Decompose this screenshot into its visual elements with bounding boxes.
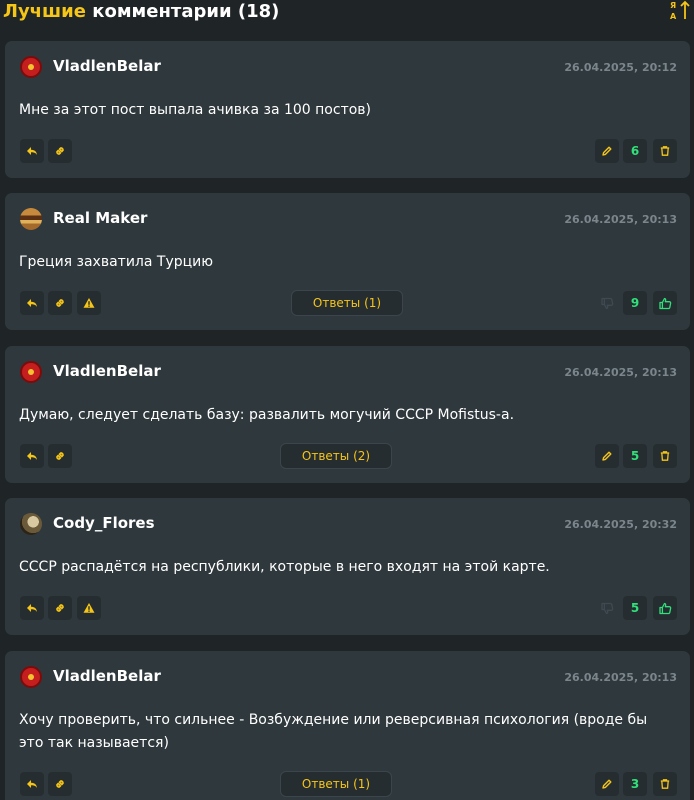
- comments-title: Лучшие комментарии (18): [3, 1, 279, 22]
- avatar[interactable]: [20, 513, 42, 535]
- avatar[interactable]: [20, 56, 42, 78]
- trash-icon: [659, 778, 671, 790]
- comment-card: VladlenBelar 26.04.2025, 20:13 Думаю, сл…: [5, 346, 690, 483]
- comments-page: Лучшие комментарии (18) Я А VladlenBelar…: [0, 0, 694, 800]
- reply-icon: [26, 778, 38, 790]
- like-button[interactable]: [653, 596, 677, 620]
- like-button[interactable]: [653, 291, 677, 315]
- comment-author[interactable]: Real Maker: [53, 209, 147, 227]
- thumbs-up-icon: [658, 602, 672, 615]
- reply-button[interactable]: [20, 772, 44, 796]
- title-accent: Лучшие: [3, 1, 86, 22]
- comment-card: VladlenBelar 26.04.2025, 20:13 Хочу пров…: [5, 651, 690, 800]
- comment-author[interactable]: VladlenBelar: [53, 362, 161, 380]
- link-button[interactable]: [48, 444, 72, 468]
- report-button[interactable]: [77, 596, 101, 620]
- comment-card: Cody_Flores 26.04.2025, 20:32 СССР распа…: [5, 498, 690, 635]
- comment-text: Мне за этот пост выпала ачивка за 100 по…: [19, 102, 371, 118]
- comment-card: VladlenBelar 26.04.2025, 20:12 Мне за эт…: [5, 41, 690, 178]
- comment-text: Думаю, следует сделать базу: развалить м…: [19, 407, 515, 423]
- comment-author[interactable]: Cody_Flores: [53, 514, 155, 532]
- comment-text: Греция захватила Турцию: [19, 254, 214, 270]
- comments-header: Лучшие комментарии (18) Я А: [0, 0, 694, 26]
- avatar[interactable]: [20, 208, 42, 230]
- comment-author[interactable]: VladlenBelar: [53, 57, 161, 75]
- thumbs-down-icon: [600, 297, 614, 310]
- reply-icon: [26, 450, 38, 462]
- reply-button[interactable]: [20, 139, 44, 163]
- comment-date: 26.04.2025, 20:12: [564, 61, 677, 74]
- comment-date: 26.04.2025, 20:13: [564, 671, 677, 684]
- svg-text:Я: Я: [670, 1, 676, 10]
- link-icon: [54, 450, 66, 462]
- pencil-icon: [601, 145, 613, 157]
- thumbs-down-icon: [600, 602, 614, 615]
- pencil-icon: [601, 450, 613, 462]
- report-button[interactable]: [77, 291, 101, 315]
- link-button[interactable]: [48, 772, 72, 796]
- delete-button[interactable]: [653, 139, 677, 163]
- sort-alpha-icon: Я А: [669, 0, 691, 25]
- comment-score: 9: [623, 291, 647, 315]
- avatar[interactable]: [20, 361, 42, 383]
- reply-icon: [26, 297, 38, 309]
- reply-button[interactable]: [20, 291, 44, 315]
- comment-text: СССР распадётся на республики, которые в…: [19, 559, 550, 575]
- comment-score: 5: [623, 444, 647, 468]
- comment-score: 6: [623, 139, 647, 163]
- answers-button[interactable]: Ответы (2): [280, 443, 392, 469]
- warning-icon: [83, 297, 95, 309]
- delete-button[interactable]: [653, 772, 677, 796]
- answers-button[interactable]: Ответы (1): [291, 290, 403, 316]
- comment-score: 5: [623, 596, 647, 620]
- sort-button[interactable]: Я А: [668, 0, 692, 24]
- trash-icon: [659, 450, 671, 462]
- link-icon: [54, 602, 66, 614]
- delete-button[interactable]: [653, 444, 677, 468]
- edit-button[interactable]: [595, 139, 619, 163]
- link-icon: [54, 145, 66, 157]
- thumbs-up-icon: [658, 297, 672, 310]
- dislike-button[interactable]: [595, 291, 619, 315]
- svg-text:А: А: [670, 12, 677, 21]
- comment-author[interactable]: VladlenBelar: [53, 667, 161, 685]
- link-icon: [54, 778, 66, 790]
- dislike-button[interactable]: [595, 596, 619, 620]
- comment-score: 3: [623, 772, 647, 796]
- comment-card: Real Maker 26.04.2025, 20:13 Греция захв…: [5, 193, 690, 330]
- warning-icon: [83, 602, 95, 614]
- comment-text: Хочу проверить, что сильнее - Возбуждени…: [19, 712, 648, 751]
- title-rest: комментарии (18): [85, 1, 280, 22]
- link-button[interactable]: [48, 291, 72, 315]
- comment-date: 26.04.2025, 20:13: [564, 366, 677, 379]
- edit-button[interactable]: [595, 772, 619, 796]
- comment-date: 26.04.2025, 20:32: [564, 518, 677, 531]
- reply-button[interactable]: [20, 596, 44, 620]
- comment-date: 26.04.2025, 20:13: [564, 213, 677, 226]
- link-icon: [54, 297, 66, 309]
- edit-button[interactable]: [595, 444, 619, 468]
- reply-button[interactable]: [20, 444, 44, 468]
- trash-icon: [659, 145, 671, 157]
- answers-button[interactable]: Ответы (1): [280, 771, 392, 797]
- pencil-icon: [601, 778, 613, 790]
- reply-icon: [26, 145, 38, 157]
- reply-icon: [26, 602, 38, 614]
- avatar[interactable]: [20, 666, 42, 688]
- link-button[interactable]: [48, 596, 72, 620]
- link-button[interactable]: [48, 139, 72, 163]
